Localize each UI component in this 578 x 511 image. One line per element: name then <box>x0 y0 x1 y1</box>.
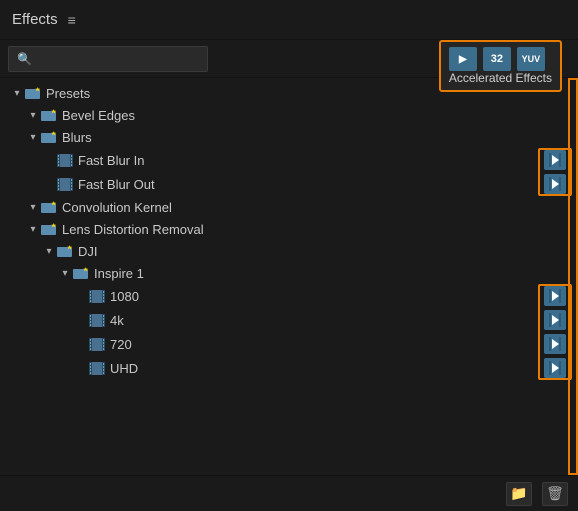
effect-icon <box>88 361 106 375</box>
search-input[interactable] <box>37 52 199 66</box>
chevron-icon <box>26 110 40 121</box>
trash-icon: 🗑 <box>546 485 564 502</box>
effect-icon <box>88 289 106 303</box>
effects-tree: Presets Bevel Edges Blurs <box>0 78 578 475</box>
effect-icon <box>88 313 106 327</box>
effect-icon <box>56 153 74 167</box>
tree-item[interactable]: Bevel Edges <box>0 104 578 126</box>
tree-item[interactable]: Inspire 1 <box>0 262 578 284</box>
folder-star-icon <box>40 108 58 122</box>
item-label: 4k <box>110 313 544 328</box>
item-label: Inspire 1 <box>94 266 544 281</box>
item-label: DJI <box>78 244 544 259</box>
folder-star-icon <box>40 130 58 144</box>
accel-badge <box>544 358 566 378</box>
delete-button[interactable]: 🗑 <box>542 482 568 506</box>
tree-item[interactable]: Convolution Kernel <box>0 196 578 218</box>
accel-badge <box>544 286 566 306</box>
accel-play-button[interactable] <box>449 47 477 71</box>
chevron-icon <box>42 246 56 257</box>
chevron-icon <box>10 88 24 99</box>
search-box[interactable]: 🔍 <box>8 46 208 72</box>
accel-yuv-button[interactable]: YUV <box>517 47 545 71</box>
tree-item[interactable]: 4k <box>0 308 578 332</box>
accel-badge <box>544 174 566 194</box>
accel-label: Accelerated Effects <box>449 71 552 85</box>
item-label: Convolution Kernel <box>62 200 544 215</box>
chevron-icon <box>58 268 72 279</box>
folder-star-icon <box>40 200 58 214</box>
item-label: Fast Blur Out <box>78 177 544 192</box>
accel-badge <box>544 310 566 330</box>
bottom-bar: 📁 🗑 <box>0 475 578 511</box>
new-bin-button[interactable]: 📁 <box>506 482 532 506</box>
chevron-icon <box>26 224 40 235</box>
tree-item[interactable]: Blurs <box>0 126 578 148</box>
folder-star-icon <box>72 266 90 280</box>
new-bin-icon: 📁 <box>510 485 527 502</box>
item-label: UHD <box>110 361 544 376</box>
effect-icon <box>56 177 74 191</box>
tree-item[interactable]: DJI <box>0 240 578 262</box>
panel-title: Effects <box>12 11 58 28</box>
accel-badge <box>544 150 566 170</box>
effect-icon <box>88 337 106 351</box>
chevron-icon <box>26 132 40 143</box>
item-label: 720 <box>110 337 544 352</box>
item-label: Bevel Edges <box>62 108 544 123</box>
folder-star-icon <box>56 244 74 258</box>
folder-star-icon <box>24 86 42 100</box>
accel-badge <box>544 334 566 354</box>
panel-header: Effects ≡ <box>0 0 578 40</box>
search-icon: 🔍 <box>17 52 32 66</box>
menu-icon[interactable]: ≡ <box>68 12 76 28</box>
tree-item[interactable]: 1080 <box>0 284 578 308</box>
tree-item[interactable]: Fast Blur In <box>0 148 578 172</box>
item-label: Lens Distortion Removal <box>62 222 544 237</box>
folder-star-icon <box>40 222 58 236</box>
item-label: Blurs <box>62 130 544 145</box>
item-label: Fast Blur In <box>78 153 544 168</box>
effects-panel: Effects ≡ 🔍 32 YUV Accelerated Effects <box>0 0 578 511</box>
accel-num-button[interactable]: 32 <box>483 47 511 71</box>
accel-icons-row: 32 YUV <box>449 47 552 71</box>
tree-item[interactable]: Lens Distortion Removal <box>0 218 578 240</box>
item-label: 1080 <box>110 289 544 304</box>
tree-item[interactable]: UHD <box>0 356 578 380</box>
tree-item[interactable]: 720 <box>0 332 578 356</box>
accelerated-effects-popup: 32 YUV Accelerated Effects <box>439 40 562 92</box>
chevron-icon <box>26 202 40 213</box>
tree-item[interactable]: Fast Blur Out <box>0 172 578 196</box>
